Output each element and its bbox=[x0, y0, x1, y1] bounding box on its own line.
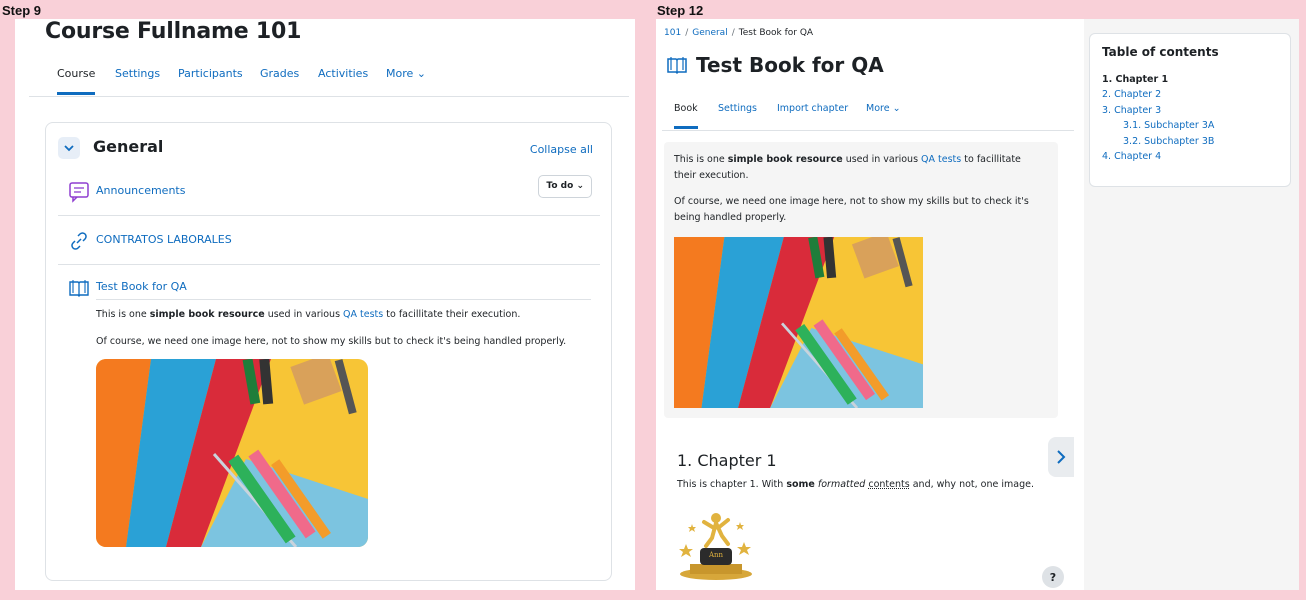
tab-more[interactable]: More ⌄ bbox=[386, 67, 426, 92]
trophy-image: Ann bbox=[676, 504, 756, 582]
next-chapter-button[interactable] bbox=[1048, 437, 1074, 477]
book-page-panel: 101/General / Test Book for QA Test Book f… bbox=[656, 19, 1299, 590]
trophy-label: Ann bbox=[708, 551, 724, 559]
book-nav: Book Settings Import chapter More ⌄ bbox=[662, 97, 1074, 131]
activity-name-contratos[interactable]: CONTRATOS LABORALES bbox=[96, 233, 232, 246]
url-link-icon bbox=[71, 232, 87, 250]
qa-tests-link[interactable]: QA tests bbox=[343, 309, 383, 320]
breadcrumb-current: Test Book for QA bbox=[738, 28, 814, 38]
section-general: General Collapse all Announcements To do… bbox=[45, 122, 612, 581]
breadcrumb-101[interactable]: 101 bbox=[664, 28, 681, 38]
page-title: Test Book for QA bbox=[696, 53, 884, 77]
chapter-text-italic: formatted bbox=[817, 479, 866, 490]
tab-more-label: More bbox=[386, 67, 414, 80]
divider bbox=[58, 264, 600, 265]
book-icon bbox=[69, 280, 89, 297]
book-main: 101/General / Test Book for QA Test Book f… bbox=[656, 19, 1084, 590]
chapter-title: 1. Chapter 1 bbox=[677, 451, 777, 470]
toc-item-chapter-3[interactable]: 3. Chapter 3 bbox=[1102, 105, 1161, 116]
toc-item-subchapter-3a[interactable]: 3.1. Subchapter 3A bbox=[1123, 120, 1214, 131]
activity-test-book: Test Book for QA bbox=[58, 277, 600, 301]
chevron-down-icon: ⌄ bbox=[576, 181, 584, 191]
book-intro: This is one simple book resource used in… bbox=[664, 142, 1058, 418]
tab-import-chapter[interactable]: Import chapter bbox=[777, 103, 848, 126]
tab-participants[interactable]: Participants bbox=[178, 67, 243, 92]
toc-item-chapter-2[interactable]: 2. Chapter 2 bbox=[1102, 89, 1161, 100]
chapter-text-part: This is chapter 1. With bbox=[677, 479, 787, 490]
breadcrumb-separator: / bbox=[685, 28, 689, 38]
table-of-contents: Table of contents 1. Chapter 1 2. Chapte… bbox=[1089, 33, 1291, 187]
desc-text: to facillitate their execution. bbox=[383, 309, 521, 320]
divider bbox=[96, 299, 591, 300]
intro-text: This is one bbox=[674, 154, 728, 165]
tab-more[interactable]: More ⌄ bbox=[866, 103, 901, 126]
collapse-all-link[interactable]: Collapse all bbox=[530, 143, 593, 156]
tab-activities[interactable]: Activities bbox=[318, 67, 368, 92]
intro-bold: simple book resource bbox=[727, 154, 843, 165]
section-collapse-button[interactable] bbox=[58, 137, 80, 159]
desc-text: This is one bbox=[96, 309, 150, 320]
tab-book[interactable]: Book bbox=[674, 103, 698, 129]
todo-label: To do bbox=[546, 181, 574, 191]
activity-announcements: Announcements To do ⌄ bbox=[58, 175, 600, 205]
forum-icon bbox=[69, 182, 89, 203]
stationery-image bbox=[96, 359, 368, 547]
breadcrumb: 101/General / Test Book for QA bbox=[664, 28, 813, 38]
book-description-line1: This is one simple book resource used in… bbox=[96, 309, 520, 320]
breadcrumb-separator: / bbox=[731, 28, 735, 38]
toc-title: Table of contents bbox=[1102, 45, 1219, 59]
chevron-right-icon bbox=[1057, 450, 1066, 464]
tab-more-label: More bbox=[866, 103, 890, 114]
course-nav: Course Settings Participants Grades Acti… bbox=[29, 59, 629, 97]
intro-paragraph-2: Of course, we need one image here, not t… bbox=[674, 196, 1029, 223]
section-title: General bbox=[93, 137, 164, 156]
intro-text: used in various bbox=[842, 154, 922, 165]
chevron-down-icon: ⌄ bbox=[416, 67, 426, 80]
course-title: Course Fullname 101 bbox=[45, 19, 302, 44]
qa-tests-link[interactable]: QA tests bbox=[921, 154, 961, 165]
toc-item-chapter-4[interactable]: 4. Chapter 4 bbox=[1102, 151, 1161, 162]
intro-paragraph-1: This is one simple book resource used in… bbox=[674, 152, 1044, 183]
tab-settings[interactable]: Settings bbox=[718, 103, 757, 126]
todo-dropdown-button[interactable]: To do ⌄ bbox=[538, 175, 592, 198]
stationery-image bbox=[674, 237, 923, 408]
tab-grades[interactable]: Grades bbox=[260, 67, 299, 92]
chevron-down-icon bbox=[64, 145, 74, 152]
desc-bold: simple book resource bbox=[149, 309, 265, 320]
activity-contratos-laborales: CONTRATOS LABORALES bbox=[58, 230, 600, 254]
chapter-text-part: and, why not, one image. bbox=[909, 479, 1034, 490]
chapter-text-underline: contents bbox=[868, 479, 910, 490]
book-description-line2: Of course, we need one image here, not t… bbox=[96, 336, 567, 347]
course-page-panel: Course Fullname 101 Course Settings Part… bbox=[15, 19, 635, 590]
activity-name-test-book[interactable]: Test Book for QA bbox=[96, 280, 187, 293]
chapter-text: This is chapter 1. With some formatted c… bbox=[677, 479, 1034, 490]
step-label-right: Step 12 bbox=[657, 3, 704, 18]
tab-course[interactable]: Course bbox=[57, 67, 96, 95]
tab-settings[interactable]: Settings bbox=[115, 67, 160, 92]
breadcrumb-general[interactable]: General bbox=[692, 28, 727, 38]
chapter-text-bold: some bbox=[786, 479, 815, 490]
divider bbox=[58, 215, 600, 216]
toc-item-subchapter-3b[interactable]: 3.2. Subchapter 3B bbox=[1123, 136, 1214, 147]
toc-item-chapter-1: 1. Chapter 1 bbox=[1102, 74, 1169, 85]
step-label-left: Step 9 bbox=[2, 3, 42, 18]
chevron-down-icon: ⌄ bbox=[892, 103, 901, 114]
activity-name-announcements[interactable]: Announcements bbox=[96, 184, 185, 197]
help-button[interactable]: ? bbox=[1042, 566, 1064, 588]
book-icon bbox=[667, 57, 687, 75]
desc-text: used in various bbox=[264, 309, 344, 320]
